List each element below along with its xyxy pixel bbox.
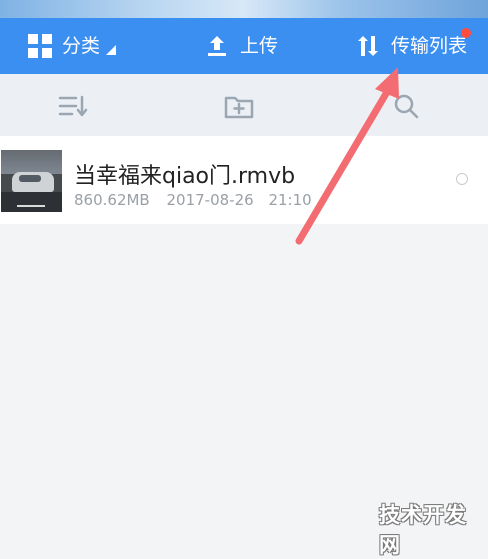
file-meta: 860.62MB 2017-08-26 21:10 xyxy=(74,191,312,209)
triangle-icon xyxy=(106,45,117,55)
transfer-list-label: 传输列表 xyxy=(391,34,468,57)
file-time: 21:10 xyxy=(268,191,312,209)
file-list-item[interactable]: 当幸福来qiao门.rmvb 860.62MB 2017-08-26 21:10 xyxy=(0,136,488,224)
categories-label: 分类 xyxy=(62,34,101,57)
categories-button[interactable]: 分类 xyxy=(28,18,117,74)
transfer-list-button[interactable]: 传输列表 xyxy=(355,18,467,74)
status-bar-background xyxy=(0,0,488,18)
file-date: 2017-08-26 xyxy=(166,191,254,209)
video-thumbnail xyxy=(1,150,62,212)
file-name: 当幸福来qiao门.rmvb xyxy=(74,164,296,189)
upload-label: 上传 xyxy=(240,34,279,57)
upload-button[interactable]: 上传 xyxy=(204,18,278,74)
action-bar xyxy=(0,74,488,136)
folder-plus-icon[interactable] xyxy=(223,90,255,122)
search-icon[interactable] xyxy=(390,90,422,122)
transfer-icon xyxy=(358,36,378,56)
sort-icon[interactable] xyxy=(57,90,89,122)
upload-icon xyxy=(208,36,226,56)
select-radio[interactable] xyxy=(456,173,468,185)
notification-dot-icon xyxy=(461,28,471,38)
top-toolbar: 分类 上传 传输列表 xyxy=(0,18,488,74)
watermark-text: 技术开发网 xyxy=(379,503,467,557)
grid-icon xyxy=(28,34,52,58)
file-size: 860.62MB xyxy=(74,191,150,209)
